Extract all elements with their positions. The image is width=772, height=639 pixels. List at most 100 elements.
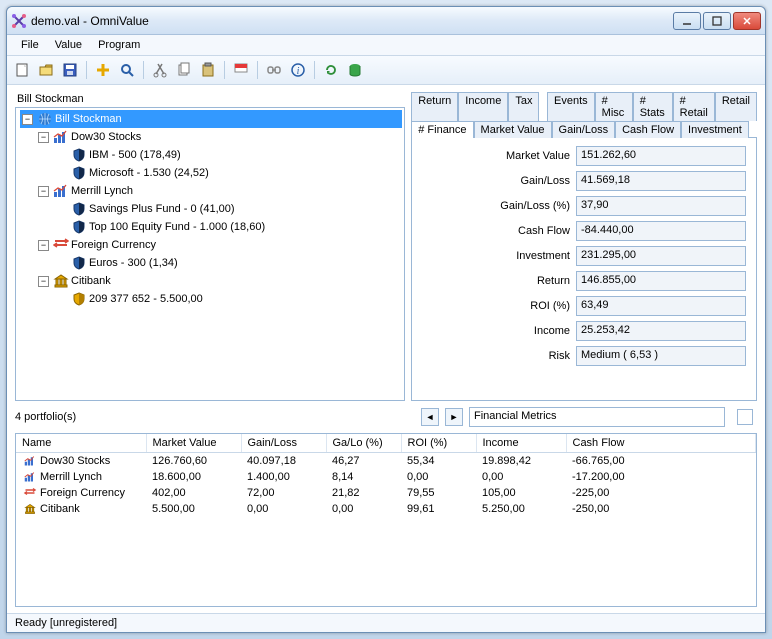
status-bar: Ready [unregistered]	[7, 613, 765, 632]
bank-icon	[22, 503, 38, 515]
refresh-button[interactable]	[320, 59, 342, 81]
tree-account[interactable]: 209 377 652 - 5.500,00	[52, 290, 402, 308]
cell-inc: 105,00	[476, 485, 566, 501]
cut-button[interactable]	[149, 59, 171, 81]
cell-glp: 0,00	[326, 501, 401, 517]
tree-top100[interactable]: Top 100 Equity Fund - 1.000 (18,60)	[52, 218, 402, 236]
shield-icon	[71, 201, 87, 217]
open-button[interactable]	[35, 59, 57, 81]
menu-program[interactable]: Program	[90, 37, 148, 53]
menu-file[interactable]: File	[13, 37, 47, 53]
tree-citibank[interactable]: − Citibank	[36, 272, 402, 290]
toolbar	[7, 56, 765, 85]
menu-value[interactable]: Value	[47, 37, 90, 53]
tree-savings[interactable]: Savings Plus Fund - 0 (41,00)	[52, 200, 402, 218]
field-label: Gain/Loss (%)	[460, 200, 570, 212]
tab-retail[interactable]: Retail	[715, 92, 757, 121]
tab-finance[interactable]: # Finance	[411, 121, 473, 138]
tree-root[interactable]: − Bill Stockman	[20, 110, 402, 128]
tree-item-label: IBM - 500 (178,49)	[89, 149, 181, 161]
expander-icon[interactable]: −	[38, 186, 49, 197]
tab-cash-flow[interactable]: Cash Flow	[615, 121, 681, 138]
tabs-top: Return Income Tax Events # Misc # Stats …	[411, 91, 757, 120]
col-mv[interactable]: Market Value	[146, 434, 241, 453]
tree-item-label: Savings Plus Fund - 0 (41,00)	[89, 203, 235, 215]
tab-events[interactable]: Events	[547, 92, 595, 121]
expander-icon[interactable]: −	[38, 276, 49, 287]
metrics-label: Financial Metrics	[469, 407, 725, 427]
metrics-checkbox[interactable]	[737, 409, 753, 425]
gain-loss-pct-field: 37,90	[576, 196, 746, 216]
portfolio-table[interactable]: Name Market Value Gain/Loss Ga/Lo (%) RO…	[15, 433, 757, 607]
tree-euros[interactable]: Euros - 300 (1,34)	[52, 254, 402, 272]
tab-stats[interactable]: # Stats	[633, 92, 673, 121]
tree-dow30[interactable]: − Dow30 Stocks	[36, 128, 402, 146]
flag-button[interactable]	[230, 59, 252, 81]
table-row[interactable]: Citibank5.500,000,000,0099,615.250,00-25…	[16, 501, 756, 517]
tab-income[interactable]: Income	[458, 92, 508, 121]
cell-glp: 8,14	[326, 469, 401, 485]
tree-ibm[interactable]: IBM - 500 (178,49)	[52, 146, 402, 164]
tree-item-label: Microsoft - 1.530 (24,52)	[89, 167, 209, 179]
info-button[interactable]	[287, 59, 309, 81]
close-button[interactable]	[733, 12, 761, 30]
table-row[interactable]: Foreign Currency402,0072,0021,8279,55105…	[16, 485, 756, 501]
shield-icon	[71, 255, 87, 271]
col-cf[interactable]: Cash Flow	[566, 434, 756, 453]
shield-icon	[71, 165, 87, 181]
cell-gl: 0,00	[241, 501, 326, 517]
globe-icon	[37, 111, 53, 127]
table-row[interactable]: Merrill Lynch18.600,001.400,008,140,000,…	[16, 469, 756, 485]
tab-misc[interactable]: # Misc	[595, 92, 633, 121]
tab-investment[interactable]: Investment	[681, 121, 749, 138]
tree-foreign[interactable]: − Foreign Currency	[36, 236, 402, 254]
link-button[interactable]	[263, 59, 285, 81]
col-name[interactable]: Name	[16, 434, 146, 453]
new-button[interactable]	[11, 59, 33, 81]
tabs-bottom: # Finance Market Value Gain/Loss Cash Fl…	[411, 120, 757, 137]
table-row[interactable]: Dow30 Stocks126.760,6040.097,1846,2755,3…	[16, 453, 756, 470]
tree-root-label: Bill Stockman	[55, 113, 122, 125]
tab-return[interactable]: Return	[411, 92, 458, 121]
save-button[interactable]	[59, 59, 81, 81]
field-label: Income	[460, 325, 570, 337]
col-roi[interactable]: ROI (%)	[401, 434, 476, 453]
chart-icon	[22, 455, 38, 467]
tree-merrill[interactable]: − Merrill Lynch	[36, 182, 402, 200]
tab-retailhash[interactable]: # Retail	[673, 92, 715, 121]
owner-label: Bill Stockman	[15, 91, 405, 107]
return-field: 146.855,00	[576, 271, 746, 291]
window-title: demo.val - OmniValue	[31, 14, 149, 28]
paste-button[interactable]	[197, 59, 219, 81]
currency-icon	[22, 487, 38, 499]
bank-icon	[53, 273, 69, 289]
expander-icon[interactable]: −	[22, 114, 33, 125]
expander-icon[interactable]: −	[38, 240, 49, 251]
titlebar: demo.val - OmniValue	[7, 7, 765, 35]
db-button[interactable]	[344, 59, 366, 81]
portfolio-count: 4 portfolio(s)	[15, 409, 415, 425]
col-glp[interactable]: Ga/Lo (%)	[326, 434, 401, 453]
tab-tax[interactable]: Tax	[508, 92, 539, 121]
tab-market-value[interactable]: Market Value	[474, 121, 552, 138]
cell-roi: 99,61	[401, 501, 476, 517]
cell-inc: 19.898,42	[476, 453, 566, 470]
col-gl[interactable]: Gain/Loss	[241, 434, 326, 453]
field-label: ROI (%)	[460, 300, 570, 312]
add-button[interactable]	[92, 59, 114, 81]
next-button[interactable]: ►	[445, 408, 463, 426]
chart-icon	[22, 471, 38, 483]
minimize-button[interactable]	[673, 12, 701, 30]
col-inc[interactable]: Income	[476, 434, 566, 453]
tree-microsoft[interactable]: Microsoft - 1.530 (24,52)	[52, 164, 402, 182]
tree-view[interactable]: − Bill Stockman − Dow30 Stocks	[15, 107, 405, 401]
market-value-field: 151.262,60	[576, 146, 746, 166]
search-button[interactable]	[116, 59, 138, 81]
prev-button[interactable]: ◄	[421, 408, 439, 426]
tree-item-label: Top 100 Equity Fund - 1.000 (18,60)	[89, 221, 265, 233]
tab-gain-loss[interactable]: Gain/Loss	[552, 121, 616, 138]
copy-button[interactable]	[173, 59, 195, 81]
investment-field: 231.295,00	[576, 246, 746, 266]
expander-icon[interactable]: −	[38, 132, 49, 143]
maximize-button[interactable]	[703, 12, 731, 30]
